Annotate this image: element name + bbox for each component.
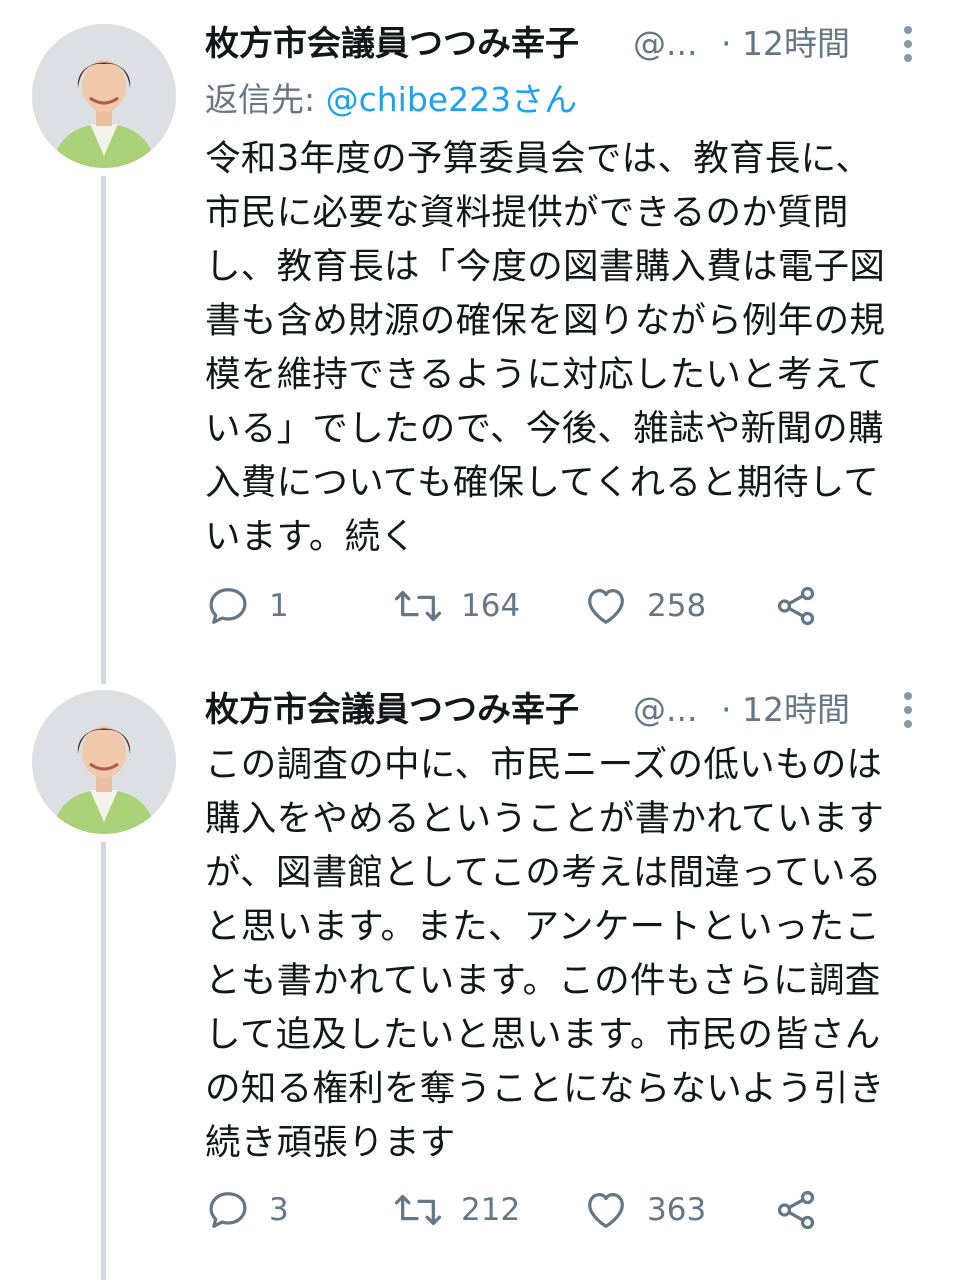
- tweet-timestamp[interactable]: · 12時間: [721, 20, 850, 68]
- reply-icon: [209, 588, 247, 624]
- heart-icon: [588, 1193, 624, 1228]
- like-count: 363: [647, 1192, 707, 1228]
- author-name[interactable]: 枚方市会議員つつみ幸子: [205, 686, 579, 734]
- share-icon: [777, 586, 815, 626]
- retweet-icon: [394, 1194, 442, 1226]
- tweet-text-line: と思います。また、アンケートといったこ: [205, 906, 881, 947]
- tweet-text-line: いる」でしたので、今後、雑誌や新聞の購: [205, 408, 884, 449]
- reply-count: 3: [269, 1192, 289, 1228]
- retweet-button[interactable]: 164: [393, 576, 520, 636]
- reply-mention-link[interactable]: @chibe223さん: [326, 80, 577, 119]
- tweet-text-line: この調査の中に、市民ニーズの低いものは: [205, 744, 883, 785]
- tweet[interactable]: 枚方市会議員つつみ幸子 @... · 12時間 返信先: @chibe223さん…: [0, 0, 960, 660]
- retweet-button[interactable]: 212: [393, 1180, 520, 1240]
- tweet-text-line: 入費についても確保してくれると期待して: [205, 462, 880, 503]
- heart-icon: [588, 589, 624, 624]
- retweet-count: 212: [461, 1192, 521, 1228]
- tweet-text-line: 令和3年度の予算委員会では、教育長に、: [205, 138, 872, 179]
- tweet-timestamp[interactable]: · 12時間: [721, 686, 850, 734]
- tweet-text-line: 市民に必要な資料提供ができるのか質問: [205, 192, 849, 233]
- tweet[interactable]: 枚方市会議員つつみ幸子 @... · 12時間 この調査の中に、市民ニーズの低い…: [0, 660, 960, 1280]
- tweet-text-line: とも書かれています。この件もさらに調査: [205, 960, 881, 1001]
- tweet-text-line: 書も含め財源の確保を図りながら例年の規: [205, 300, 886, 341]
- author-handle[interactable]: @...: [633, 20, 697, 68]
- author-name[interactable]: 枚方市会議員つつみ幸子: [205, 20, 579, 68]
- like-count: 258: [647, 588, 707, 624]
- tweet-text-line: 購入をやめるということが書かれています: [205, 798, 885, 839]
- tweet-actions: 3 212 363: [205, 1180, 905, 1240]
- tweet-text-line: 模を維持できるように対応したいと考えて: [205, 354, 883, 395]
- tweet-header: 枚方市会議員つつみ幸子 @... · 12時間: [205, 20, 940, 68]
- share-icon: [777, 1190, 815, 1230]
- tweet-text-line: います。続く: [205, 516, 417, 557]
- tweet-body: 令和3年度の予算委員会では、教育長に、 市民に必要な資料提供ができるのか質問 し…: [205, 132, 935, 564]
- author-handle[interactable]: @...: [633, 686, 697, 734]
- replying-to: 返信先: @chibe223さん: [205, 76, 577, 124]
- person-photo-icon: [32, 690, 176, 834]
- share-button[interactable]: [773, 576, 819, 636]
- author-avatar[interactable]: [32, 690, 176, 834]
- more-options-icon[interactable]: [897, 690, 919, 730]
- person-photo-icon: [32, 24, 176, 168]
- like-button[interactable]: 363: [583, 1180, 706, 1240]
- reply-icon: [209, 1192, 247, 1228]
- tweet-header: 枚方市会議員つつみ幸子 @... · 12時間: [205, 686, 940, 734]
- tweet-text-line: して追及したいと思います。市民の皆さん: [205, 1014, 881, 1055]
- author-avatar[interactable]: [32, 24, 176, 168]
- reply-button[interactable]: 1: [205, 576, 289, 636]
- tweet-actions: 1 164 258: [205, 576, 905, 636]
- retweet-icon: [394, 590, 442, 622]
- share-button[interactable]: [773, 1180, 819, 1240]
- tweet-text-line: し、教育長は「今度の図書購入費は電子図: [205, 246, 886, 287]
- reply-button[interactable]: 3: [205, 1180, 289, 1240]
- reply-count: 1: [269, 588, 289, 624]
- retweet-count: 164: [461, 588, 521, 624]
- tweet-text-line: が、図書館としてこの考えは間違っている: [205, 852, 882, 893]
- tweet-text-line: 続き頑張ります: [205, 1122, 456, 1163]
- replying-to-prefix: 返信先:: [205, 80, 326, 119]
- more-options-icon[interactable]: [897, 24, 919, 64]
- tweet-body: この調査の中に、市民ニーズの低いものは 購入をやめるということが書かれています …: [205, 738, 935, 1170]
- like-button[interactable]: 258: [583, 576, 706, 636]
- tweet-text-line: の知る権利を奪うことにならないよう引き: [205, 1068, 885, 1109]
